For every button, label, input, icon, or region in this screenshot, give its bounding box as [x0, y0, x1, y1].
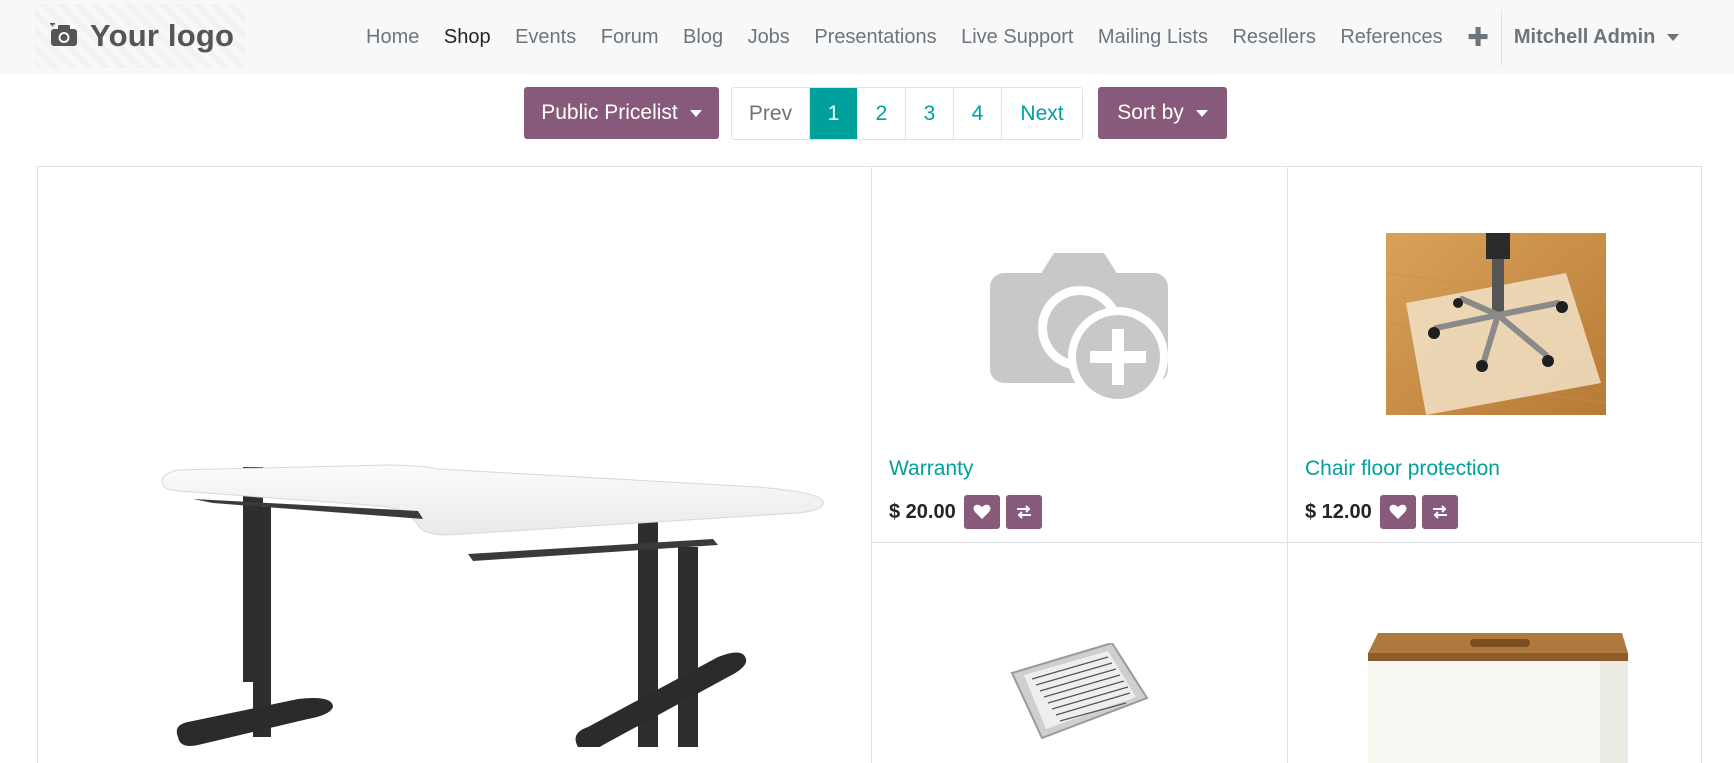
nav-item-events[interactable]: Events — [515, 26, 576, 49]
site-logo[interactable]: Your logo — [50, 14, 234, 58]
nav-item-presentations[interactable]: Presentations — [814, 26, 936, 49]
product-grid: Warranty $ 20.00 Chair floor protection … — [37, 166, 1703, 763]
exchange-icon — [1432, 505, 1447, 519]
pricelist-dropdown[interactable]: Public Pricelist — [524, 87, 719, 139]
user-name: Mitchell Admin — [1513, 26, 1656, 48]
nav-item-forum[interactable]: Forum — [601, 26, 659, 49]
compare-button[interactable] — [1005, 495, 1042, 529]
nav-item-resellers[interactable]: Resellers — [1232, 26, 1315, 49]
pager-page-2[interactable]: 2 — [858, 88, 906, 139]
caret-down-icon — [1667, 34, 1680, 41]
nav-item-mailing-lists[interactable]: Mailing Lists — [1098, 26, 1208, 49]
logo-text: Your logo — [90, 18, 235, 53]
nav-item-blog[interactable]: Blog — [683, 26, 723, 49]
caret-down-icon — [689, 109, 702, 117]
product-price: $ 20.00 — [889, 500, 956, 523]
ebook-reader-image[interactable] — [1002, 643, 1152, 743]
nav-item-jobs[interactable]: Jobs — [748, 26, 790, 49]
product-card-storage-box[interactable] — [1288, 543, 1703, 763]
sort-label: Sort by — [1117, 101, 1184, 124]
nav-item-home[interactable]: Home — [366, 26, 419, 49]
pricelist-label: Public Pricelist — [541, 101, 678, 124]
top-navbar: Your logo Home Shop Events Forum Blog Jo… — [0, 0, 1734, 75]
pager-page-4[interactable]: 4 — [954, 88, 1002, 139]
nav-separator — [1500, 9, 1502, 66]
heart-icon — [973, 504, 991, 519]
heart-icon — [1389, 504, 1407, 519]
wishlist-button[interactable] — [963, 495, 1000, 529]
product-card-warranty[interactable]: Warranty $ 20.00 — [872, 167, 1288, 543]
pagination: Prev 1 2 3 4 Next — [731, 87, 1083, 140]
exchange-icon — [1016, 505, 1031, 519]
compare-button[interactable] — [1421, 495, 1458, 529]
nav-item-live-support[interactable]: Live Support — [961, 26, 1073, 49]
nav-item-shop[interactable]: Shop — [444, 26, 491, 49]
storage-box-image[interactable] — [1360, 623, 1630, 763]
camera-placeholder-icon[interactable] — [990, 253, 1170, 409]
product-card-chair-floor-protection[interactable]: Chair floor protection $ 12.00 — [1288, 167, 1703, 543]
sort-dropdown[interactable]: Sort by — [1098, 87, 1227, 139]
product-price: $ 12.00 — [1305, 500, 1372, 523]
pager-page-1[interactable]: 1 — [810, 88, 858, 139]
camera-icon — [50, 23, 77, 46]
corner-desk-image[interactable] — [118, 307, 838, 747]
user-menu[interactable]: Mitchell Admin — [1513, 26, 1680, 49]
pager-next[interactable]: Next — [1002, 88, 1082, 139]
plus-icon[interactable]: ✚ — [1467, 22, 1489, 53]
price-row: $ 20.00 — [889, 495, 1048, 529]
price-row: $ 12.00 — [1305, 495, 1464, 529]
wishlist-button[interactable] — [1379, 495, 1416, 529]
caret-down-icon — [1195, 109, 1208, 117]
main-menu: Home Shop Events Forum Blog Jobs Present… — [366, 0, 1680, 75]
pager-prev[interactable]: Prev — [732, 88, 810, 139]
pager-page-3[interactable]: 3 — [906, 88, 954, 139]
nav-item-references[interactable]: References — [1340, 26, 1442, 49]
chair-floor-mat-image[interactable] — [1386, 233, 1606, 415]
product-name[interactable]: Chair floor protection — [1305, 457, 1500, 481]
product-card-ebook-reader[interactable] — [872, 543, 1288, 763]
product-card-desk[interactable] — [38, 167, 872, 763]
product-name[interactable]: Warranty — [889, 457, 973, 481]
